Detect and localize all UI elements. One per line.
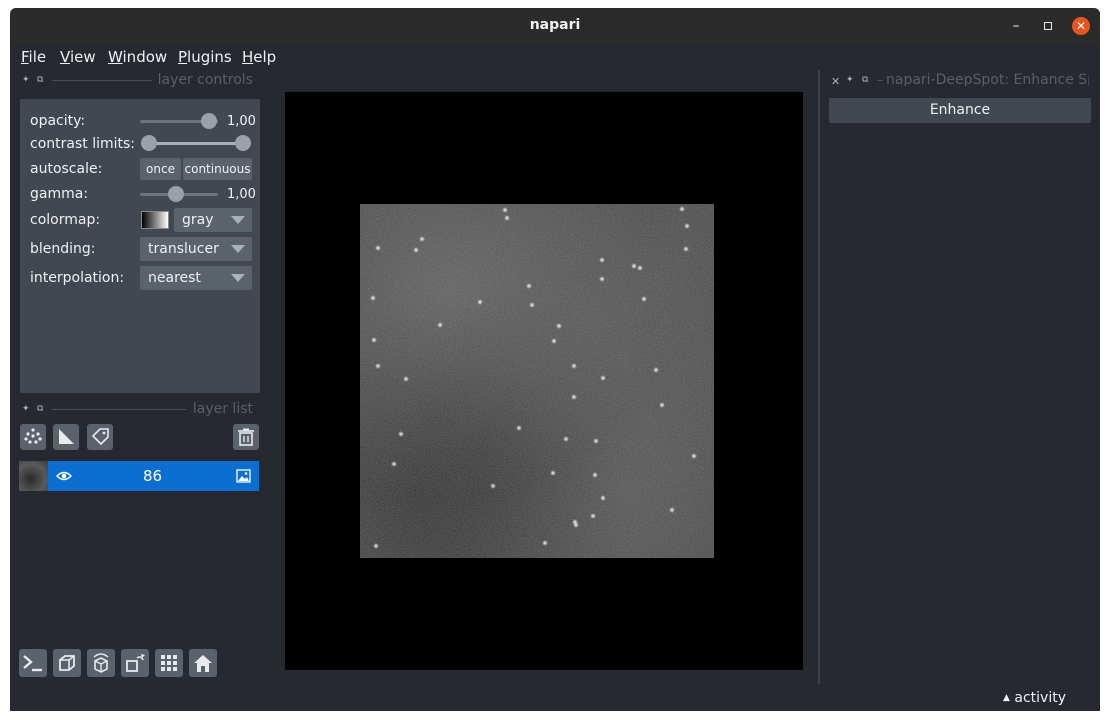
- shapes-icon: [59, 429, 74, 444]
- console-icon: [23, 655, 42, 672]
- enhance-button[interactable]: Enhance: [829, 98, 1091, 123]
- napari-window: napari – ✕ File View Window Plugins Help…: [10, 8, 1100, 711]
- gamma-value: 1,00: [227, 187, 256, 202]
- close-button[interactable]: ✕: [1072, 17, 1090, 35]
- dock-splitter[interactable]: [818, 70, 820, 684]
- interpolation-value: nearest: [148, 270, 201, 286]
- menu-plugins[interactable]: Plugins: [178, 48, 232, 66]
- autoscale-label: autoscale:: [30, 161, 103, 177]
- layer-controls-title: layer controls: [157, 72, 253, 88]
- image-layer-icon: [236, 469, 251, 483]
- menu-window[interactable]: Window: [108, 48, 167, 66]
- image-layer-display: [360, 204, 714, 558]
- menu-bar: File View Window Plugins Help: [10, 44, 1100, 70]
- blending-value: translucer: [148, 241, 219, 257]
- colormap-label: colormap:: [30, 212, 101, 228]
- window-title: napari: [529, 17, 581, 33]
- chevron-down-icon: [231, 245, 245, 253]
- opacity-slider-handle[interactable]: [201, 113, 217, 129]
- label-tag-icon: [91, 428, 109, 446]
- gamma-label: gamma:: [30, 186, 89, 202]
- console-button[interactable]: [19, 649, 47, 677]
- caret-up-icon: ▲: [1003, 693, 1010, 703]
- layer-name[interactable]: 86: [143, 467, 162, 485]
- interpolation-dropdown[interactable]: nearest: [140, 266, 252, 290]
- float-dock-icon[interactable]: ✦: [846, 75, 854, 85]
- activity-toggle[interactable]: ▲ activity: [1003, 690, 1066, 706]
- autoscale-continuous-button[interactable]: continuous: [183, 158, 252, 180]
- menu-help[interactable]: Help: [242, 48, 276, 66]
- layer-controls-header: layer controls: [52, 72, 257, 88]
- title-bar: napari – ✕: [10, 8, 1100, 44]
- blending-label: blending:: [30, 241, 96, 257]
- close-dock-icon[interactable]: ✕: [831, 75, 840, 88]
- chevron-down-icon: [231, 216, 245, 224]
- eye-icon[interactable]: [56, 470, 72, 482]
- contrast-limits-label: contrast limits:: [30, 136, 135, 152]
- grid-view-button[interactable]: [155, 649, 183, 677]
- toggle-ndisplay-button[interactable]: [53, 649, 81, 677]
- layer-list-title: layer list: [192, 401, 253, 417]
- gamma-slider-handle[interactable]: [168, 186, 184, 202]
- blending-dropdown[interactable]: translucer: [140, 237, 252, 261]
- new-shapes-layer-button[interactable]: [53, 424, 79, 450]
- float-dock-icon[interactable]: ✦: [22, 404, 30, 414]
- roll-cube-icon: [93, 653, 109, 673]
- plugin-dock-header: napari-DeepSpot: Enhance Spo: [877, 72, 1089, 86]
- layer-list-header: layer list: [52, 401, 257, 417]
- home-button[interactable]: [189, 649, 217, 677]
- layer-list-item[interactable]: 86: [48, 461, 259, 491]
- undock-icon[interactable]: ⧉: [862, 75, 868, 85]
- menu-file[interactable]: File: [21, 48, 46, 66]
- float-dock-icon[interactable]: ✦: [22, 75, 30, 85]
- activity-label: activity: [1014, 690, 1066, 706]
- opacity-label: opacity:: [30, 113, 86, 129]
- menu-view[interactable]: View: [60, 48, 96, 66]
- plugin-dock-title: napari-DeepSpot: Enhance Spo: [886, 72, 1089, 86]
- cube-icon: [59, 655, 75, 671]
- points-icon: [24, 428, 42, 444]
- maximize-button[interactable]: [1038, 16, 1058, 36]
- colormap-dropdown[interactable]: gray: [174, 208, 252, 232]
- contrast-max-handle[interactable]: [235, 135, 251, 151]
- interpolation-label: interpolation:: [30, 270, 125, 286]
- fluorescent-spots-image: [360, 204, 714, 558]
- delete-layer-button[interactable]: [233, 424, 259, 450]
- opacity-value: 1,00: [227, 114, 256, 129]
- undock-icon[interactable]: ⧉: [37, 404, 43, 414]
- contrast-limits-slider[interactable]: [142, 142, 248, 145]
- layer-controls-panel: opacity: 1,00 contrast limits: autoscale…: [20, 99, 260, 393]
- layer-thumbnail[interactable]: [19, 461, 48, 491]
- undock-icon[interactable]: ⧉: [37, 75, 43, 85]
- colormap-swatch: [141, 211, 169, 229]
- chevron-down-icon: [231, 274, 245, 282]
- transpose-button[interactable]: [121, 649, 149, 677]
- colormap-value: gray: [182, 212, 214, 228]
- minimize-button[interactable]: –: [1006, 16, 1026, 36]
- contrast-min-handle[interactable]: [141, 135, 157, 151]
- new-points-layer-button[interactable]: [20, 424, 46, 450]
- roll-dimensions-button[interactable]: [87, 649, 115, 677]
- autoscale-once-button[interactable]: once: [140, 158, 181, 180]
- new-labels-layer-button[interactable]: [87, 424, 113, 450]
- trash-icon: [238, 428, 254, 446]
- grid-icon: [161, 655, 177, 671]
- home-icon: [194, 655, 212, 672]
- transpose-icon: [126, 654, 145, 672]
- viewer-canvas[interactable]: [285, 92, 803, 670]
